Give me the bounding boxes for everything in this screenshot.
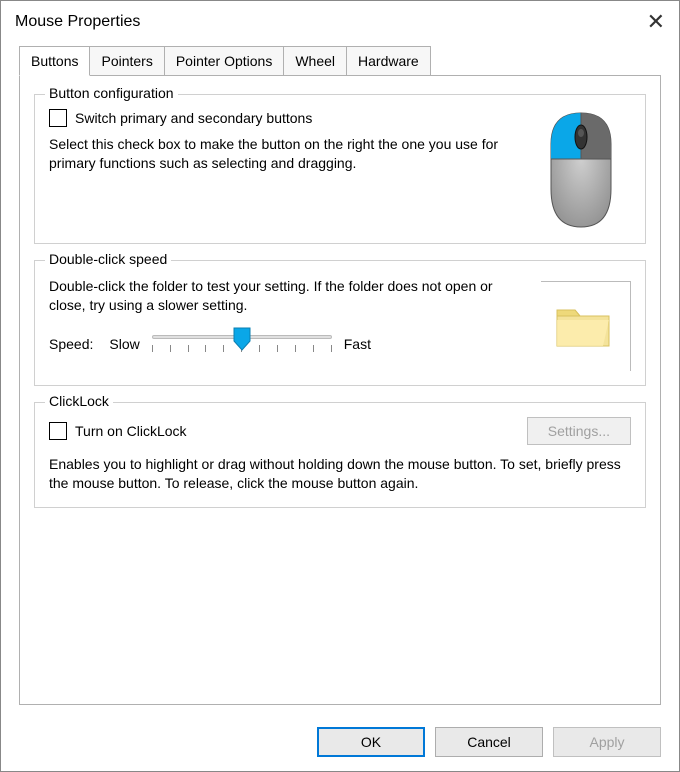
group-clicklock: ClickLock Turn on ClickLock Settings... …: [34, 402, 646, 508]
dialog-body: Buttons Pointers Pointer Options Wheel H…: [1, 45, 679, 715]
speed-label: Speed:: [49, 336, 93, 352]
clicklock-label: Turn on ClickLock: [75, 423, 187, 439]
apply-button: Apply: [553, 727, 661, 757]
tab-hardware[interactable]: Hardware: [346, 46, 431, 76]
mouse-icon: [531, 109, 631, 229]
button-config-description: Select this check box to make the button…: [49, 135, 521, 173]
slider-thumb[interactable]: [233, 327, 251, 351]
group-button-configuration: Button configuration Switch primary and …: [34, 94, 646, 244]
close-icon[interactable]: ✕: [647, 11, 665, 33]
mouse-properties-window: Mouse Properties ✕ Buttons Pointers Poin…: [0, 0, 680, 772]
group-title: Button configuration: [45, 85, 178, 101]
button-config-row: Switch primary and secondary buttons Sel…: [49, 109, 631, 229]
tab-wheel[interactable]: Wheel: [283, 46, 347, 76]
button-config-text: Switch primary and secondary buttons Sel…: [49, 109, 531, 173]
group-title: Double-click speed: [45, 251, 171, 267]
double-click-row: Double-click the folder to test your set…: [49, 275, 631, 371]
tab-content: Button configuration Switch primary and …: [19, 75, 661, 705]
tab-buttons[interactable]: Buttons: [19, 46, 90, 76]
double-click-description: Double-click the folder to test your set…: [49, 277, 521, 315]
dialog-footer: OK Cancel Apply: [1, 715, 679, 771]
clicklock-top-row: Turn on ClickLock Settings...: [49, 417, 631, 445]
speed-slider[interactable]: [152, 329, 332, 359]
switch-buttons-row: Switch primary and secondary buttons: [49, 109, 521, 127]
fast-label: Fast: [344, 336, 371, 352]
slow-label: Slow: [109, 336, 139, 352]
slider-wrap: Slow: [109, 329, 371, 359]
tab-strip: Buttons Pointers Pointer Options Wheel H…: [19, 45, 661, 75]
clicklock-checkbox-row: Turn on ClickLock: [49, 422, 187, 440]
tab-pointer-options[interactable]: Pointer Options: [164, 46, 285, 76]
ok-button[interactable]: OK: [317, 727, 425, 757]
switch-buttons-checkbox[interactable]: [49, 109, 67, 127]
group-title: ClickLock: [45, 393, 113, 409]
folder-test-icon[interactable]: [541, 281, 631, 371]
tab-pointers[interactable]: Pointers: [89, 46, 164, 76]
double-click-text: Double-click the folder to test your set…: [49, 275, 531, 359]
cancel-button[interactable]: Cancel: [435, 727, 543, 757]
clicklock-settings-button: Settings...: [527, 417, 631, 445]
window-title: Mouse Properties: [15, 13, 140, 31]
titlebar: Mouse Properties ✕: [1, 1, 679, 45]
switch-buttons-label: Switch primary and secondary buttons: [75, 110, 312, 126]
clicklock-description: Enables you to highlight or drag without…: [49, 455, 631, 493]
speed-row: Speed: Slow: [49, 329, 521, 359]
clicklock-checkbox[interactable]: [49, 422, 67, 440]
group-double-click-speed: Double-click speed Double-click the fold…: [34, 260, 646, 386]
